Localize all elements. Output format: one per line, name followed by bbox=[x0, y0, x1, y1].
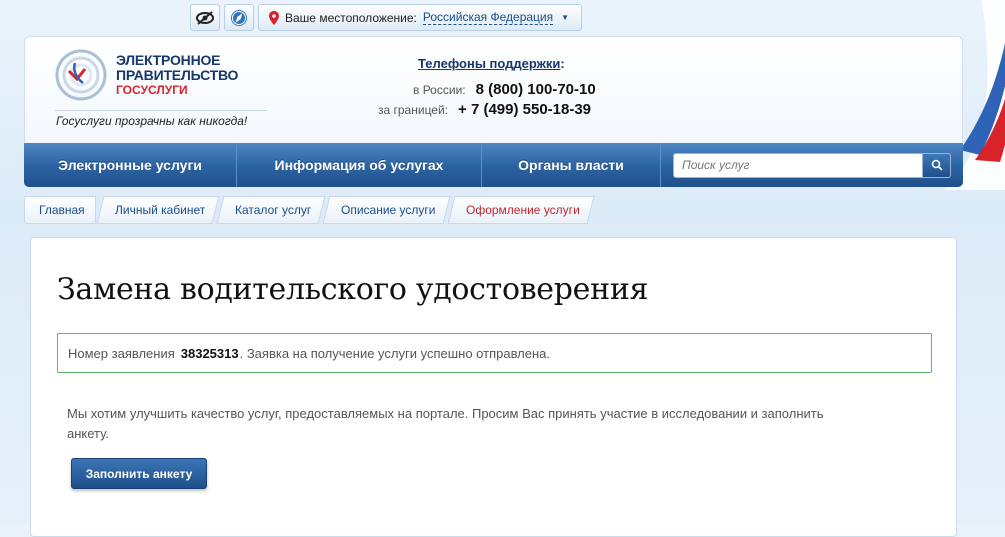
search-input[interactable] bbox=[673, 152, 923, 178]
navigation-button[interactable] bbox=[224, 4, 254, 31]
phones-title-colon: : bbox=[560, 56, 565, 71]
breadcrumb: Главная Личный кабинет Каталог услуг Опи… bbox=[24, 196, 594, 224]
breadcrumb-label: Каталог услуг bbox=[234, 203, 312, 217]
fill-survey-button[interactable]: Заполнить анкету bbox=[71, 458, 207, 489]
logo-line-3: ГОСУСЛУГИ bbox=[116, 83, 188, 97]
location-label: Ваше местоположение: bbox=[285, 10, 417, 25]
breadcrumb-label: Описание услуги bbox=[341, 203, 436, 217]
support-phones-title: Телефоны поддержки: bbox=[418, 56, 565, 71]
breadcrumb-label: Личный кабинет bbox=[114, 203, 205, 217]
phone-russia: в России: 8 (800) 100-70-10 bbox=[413, 81, 596, 98]
chevron-down-icon: ▼ bbox=[561, 13, 570, 22]
breadcrumb-label: Оформление услуги bbox=[465, 203, 580, 217]
nav-item-authorities[interactable]: Органы власти bbox=[482, 143, 661, 187]
compass-icon bbox=[231, 9, 247, 26]
phone-abroad-number: + 7 (499) 550-18-39 bbox=[458, 101, 592, 118]
eye-glasses-icon bbox=[196, 10, 214, 25]
main-navigation: Электронные услуги Информация об услугах… bbox=[24, 143, 963, 187]
search-bar bbox=[661, 143, 963, 187]
search-icon bbox=[931, 159, 943, 171]
accessibility-button[interactable] bbox=[190, 4, 220, 31]
breadcrumb-service-catalog[interactable]: Каталог услуг bbox=[216, 196, 326, 224]
breadcrumb-service-description[interactable]: Описание услуги bbox=[322, 196, 451, 224]
breadcrumb-home[interactable]: Главная bbox=[24, 196, 96, 224]
main-content-panel: Замена водительского удостоверения Номер… bbox=[30, 237, 957, 537]
breadcrumb-personal-account[interactable]: Личный кабинет bbox=[96, 196, 220, 224]
application-number: 38325313 bbox=[180, 345, 239, 361]
page-title: Замена водительского удостоверения bbox=[57, 272, 649, 307]
logo-text[interactable]: ЭЛЕКТРОННОЕ ПРАВИТЕЛЬСТВО ГОСУСЛУГИ bbox=[116, 53, 238, 98]
nav-item-electronic-services[interactable]: Электронные услуги bbox=[24, 143, 237, 187]
success-notice: Номер заявления 38325313 . Заявка на пол… bbox=[57, 333, 932, 373]
notice-prefix: Номер заявления bbox=[68, 345, 175, 361]
map-pin-icon bbox=[269, 10, 279, 25]
location-value[interactable]: Российская Федерация bbox=[422, 10, 554, 25]
divider bbox=[55, 110, 267, 111]
gosuslugi-logo-icon[interactable] bbox=[55, 49, 107, 101]
logo-line-2: ПРАВИТЕЛЬСТВО bbox=[116, 67, 239, 83]
breadcrumb-label: Главная bbox=[39, 203, 85, 217]
support-phones-link[interactable]: Телефоны поддержки bbox=[418, 56, 560, 71]
site-header: ЭЛЕКТРОННОЕ ПРАВИТЕЛЬСТВО ГОСУСЛУГИ Госу… bbox=[24, 36, 963, 146]
top-utility-bar: Ваше местоположение: Российская Федераци… bbox=[190, 4, 583, 31]
phone-abroad: за границей: + 7 (499) 550-18-39 bbox=[378, 101, 591, 118]
survey-invitation-text: Мы хотим улучшить качество услуг, предос… bbox=[67, 406, 824, 441]
location-selector[interactable]: Ваше местоположение: Российская Федераци… bbox=[258, 4, 583, 31]
slogan: Госуслуги прозрачны как никогда! bbox=[56, 114, 248, 128]
search-button[interactable] bbox=[923, 152, 951, 178]
breadcrumb-service-application: Оформление услуги bbox=[447, 196, 594, 224]
phone-russia-label: в России: bbox=[413, 83, 466, 97]
phone-abroad-label: за границей: bbox=[378, 103, 449, 117]
nav-item-services-info[interactable]: Информация об услугах bbox=[237, 143, 482, 187]
phone-russia-number: 8 (800) 100-70-10 bbox=[475, 81, 596, 98]
logo-line-1: ЭЛЕКТРОННОЕ bbox=[116, 52, 221, 68]
notice-message: . Заявка на получение услуги успешно отп… bbox=[239, 345, 551, 361]
